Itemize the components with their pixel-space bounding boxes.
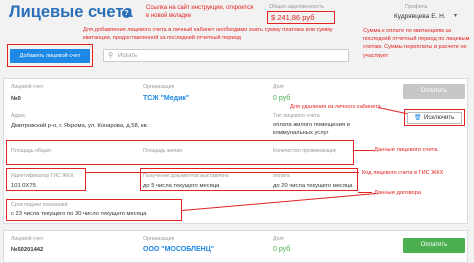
profile-name[interactable]: Кудрявцева Е. Н. (394, 13, 446, 20)
debt-value: 0 руб (273, 246, 291, 253)
help-link-annotation: Ссылка на сайт инструкции, откроется в н… (146, 5, 254, 19)
chevron-down-icon[interactable]: ▾ (454, 12, 457, 19)
contract-annotation: Данные договора (374, 190, 422, 196)
org-label: Организация (143, 84, 175, 90)
account-card (3, 230, 468, 263)
account-data-annotation: Данные лицевого счета (374, 147, 438, 153)
search-icon: ⚲ (108, 52, 114, 59)
residents-label: Количество проживающих (273, 148, 337, 154)
type-label: Тип лицевого счета (273, 113, 320, 119)
docs-value: до 5 числа текущего месяца (143, 183, 220, 189)
search-input[interactable]: ⚲ Искать (103, 49, 349, 62)
org-name[interactable]: ТСЖ "Медик" (143, 95, 189, 102)
account-number: №0 (11, 96, 21, 102)
help-icon[interactable]: ? (122, 9, 131, 18)
gis-annotation: Код лицевого счета в ГИС ЖКХ (362, 170, 444, 176)
gis-value: 101 0X75 (11, 183, 36, 189)
debt-value: 0 руб (273, 95, 291, 102)
address-label: Адрес (11, 113, 26, 119)
page-title: Лицевые счета (9, 3, 133, 21)
search-placeholder: Искать (118, 53, 138, 59)
debt-label: Долг (273, 236, 285, 242)
address-value: Дмитровский р-н, г. Яхрома, ул. Конарова… (11, 123, 149, 129)
debt-label: Долг (273, 84, 285, 90)
readings-label: Срок подачи показаний (11, 202, 68, 208)
trash-icon: 🗑 (414, 115, 422, 121)
org-label: Организация (143, 236, 175, 242)
delete-annotation: Для удаления из личного кабинета (290, 104, 381, 110)
gis-label: Идентификатор ГИС ЖКХ (11, 173, 74, 179)
pay-button-disabled[interactable]: Оплатить (403, 84, 465, 99)
org-name[interactable]: ООО "МОСОБЛЕНЦ" (143, 246, 214, 253)
profile-label: Профиль (405, 4, 428, 10)
add-account-button[interactable]: Добавить лицевой счет (10, 49, 90, 63)
add-account-annotation: Для добавления лицевого счета в личный к… (83, 27, 333, 41)
payment-value: до 20 числа текущего месяца (273, 183, 353, 189)
type-value: оплата жилого помещения и коммунальных у… (273, 122, 350, 136)
total-debt-label: Общая задолженность (269, 4, 325, 10)
total-debt-value: $ 241,86 руб (271, 13, 315, 22)
debt-annotation: Сумма к оплате по квитанциям за последни… (363, 28, 470, 59)
docs-label: Получение документов выставлено (143, 173, 229, 179)
account-label: Лицевой счет (11, 84, 44, 90)
pay-button[interactable]: Оплатить (403, 238, 465, 253)
payment-label: оплата (273, 173, 290, 179)
account-label: Лицевой счет (11, 236, 44, 242)
delete-button[interactable]: 🗑 Исключить (407, 112, 462, 124)
readings-value: с 23 числа текущего по 30 число текущего… (11, 211, 147, 217)
account-number: №50201442 (11, 247, 44, 253)
area-living-label: Площадь жилая (143, 148, 183, 154)
area-total-label: Площадь общая (11, 148, 51, 154)
